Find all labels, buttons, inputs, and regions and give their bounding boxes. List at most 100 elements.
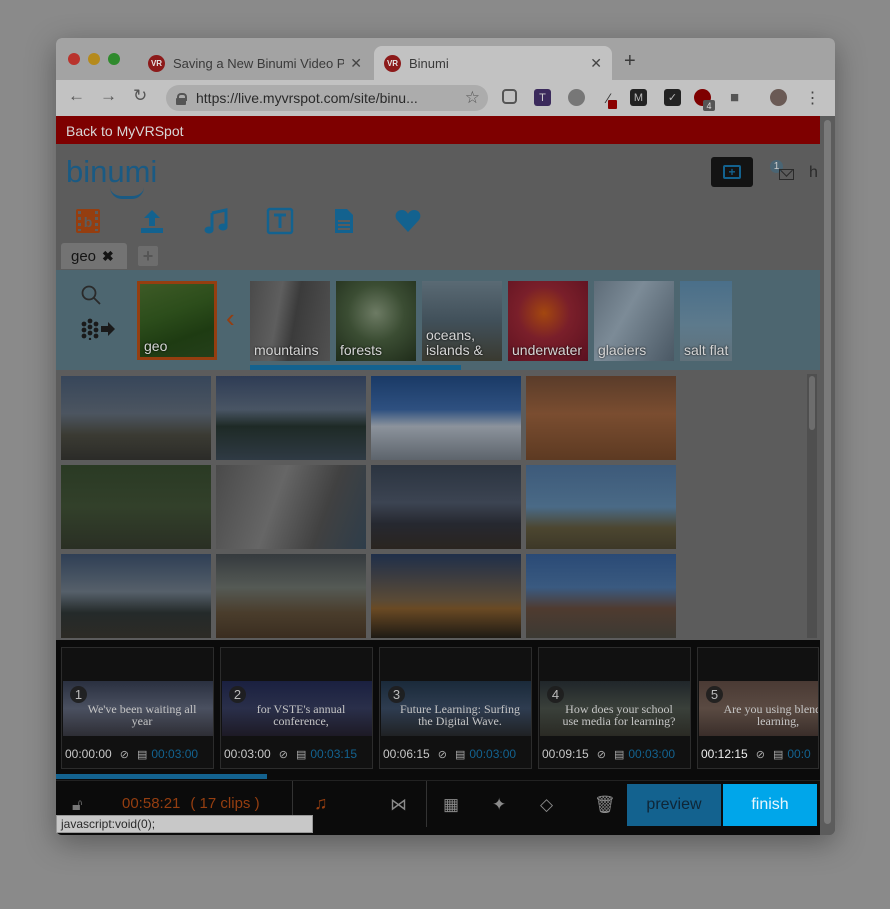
forward-arrow-icon[interactable]: → [100, 86, 117, 106]
tt-extension-icon[interactable]: T [534, 89, 551, 106]
extension-badge: 4 [703, 100, 715, 111]
clip-duration[interactable]: 00:03:00 [628, 747, 675, 761]
clip-duration[interactable]: 00:03:00 [469, 747, 516, 761]
close-tab-icon[interactable]: ✕ [590, 55, 602, 72]
logo-smile-icon [110, 187, 144, 199]
clip-meta: 00:06:15 ⊘ ▤ 00:03:00 [382, 746, 532, 762]
preview-button[interactable]: preview [627, 784, 721, 826]
film-strip-icon[interactable]: ▤ [773, 748, 783, 761]
timeline-clip[interactable]: 5 Are you using blended learning, 00:12:… [697, 647, 819, 769]
mute-icon[interactable]: ⊘ [120, 748, 129, 761]
minimize-window-button[interactable] [88, 53, 100, 65]
film-strip-icon[interactable]: ▤ [614, 748, 624, 761]
reload-icon[interactable]: ↻ [133, 86, 147, 106]
unlock-icon[interactable]: 🔓︎ [72, 797, 82, 815]
page-scrollbar-thumb[interactable] [824, 120, 831, 824]
close-tab-icon[interactable]: ✕ [350, 55, 362, 72]
timeline-clip[interactable]: 3 Future Learning: Surfing the Digital W… [379, 647, 532, 769]
transition-icon[interactable]: ⋈ [390, 795, 407, 815]
mute-icon[interactable]: ⊘ [756, 748, 765, 761]
close-tab-icon[interactable]: ✖ [102, 248, 114, 265]
address-bar[interactable]: https://live.myvrspot.com/site/binu... ☆ [166, 85, 488, 111]
text-button[interactable] [266, 206, 330, 236]
video-library-button[interactable]: b [74, 206, 138, 236]
heart-icon [395, 210, 421, 232]
tab-geo[interactable]: geo ✖ [61, 243, 127, 269]
circle-extension-icon[interactable] [568, 89, 585, 106]
clip-duration[interactable]: 00:03:15 [310, 747, 357, 761]
back-to-myvrspot-link[interactable]: Back to MyVRSpot [56, 116, 820, 144]
category-glaciers[interactable]: glaciers [594, 281, 674, 361]
new-tab-button[interactable]: + [624, 50, 636, 73]
category-underwater[interactable]: underwater [508, 281, 588, 361]
grid-image[interactable] [216, 465, 366, 549]
music-note-icon[interactable]: ♫ [314, 793, 328, 814]
menu-dots-icon[interactable]: ⋮ [804, 89, 821, 107]
profile-avatar[interactable] [770, 89, 787, 106]
grid-image[interactable] [61, 465, 211, 549]
category-salt-flat[interactable]: salt flat [680, 281, 732, 361]
grid-scrollbar-thumb[interactable] [809, 376, 815, 430]
film-icon: b [76, 209, 100, 233]
grid-image[interactable] [526, 465, 676, 549]
clip-duration[interactable]: 00:0 [787, 747, 810, 761]
eraser-icon[interactable]: ◇ [540, 795, 553, 815]
maximize-window-button[interactable] [108, 53, 120, 65]
add-all-icon[interactable] [80, 318, 116, 340]
mail-icon[interactable] [779, 169, 794, 180]
mute-icon[interactable]: ⊘ [438, 748, 447, 761]
magic-wand-icon[interactable]: ✦ [492, 795, 506, 815]
close-window-button[interactable] [68, 53, 80, 65]
bookmark-star-icon[interactable]: ☆ [465, 88, 480, 108]
grid-image[interactable] [61, 554, 211, 638]
video-camera-icon[interactable]: ■ [726, 89, 743, 106]
music-button[interactable] [202, 206, 266, 236]
film-strip-icon[interactable]: ▤ [455, 748, 465, 761]
tab-binumi[interactable]: VR Binumi ✕ [374, 46, 612, 80]
page-scrollbar[interactable] [820, 116, 835, 835]
timeline-clip[interactable]: 2 for VSTE's annual conference, 00:03:00… [220, 647, 373, 769]
grid-image[interactable] [371, 465, 521, 549]
mute-icon[interactable]: ⊘ [597, 748, 606, 761]
clip-number: 2 [229, 686, 246, 703]
category-geo-thumbnail[interactable]: geo [137, 281, 217, 360]
grid-image[interactable] [61, 376, 211, 460]
messages-area[interactable]: 1 h [770, 160, 820, 184]
grid-image[interactable] [371, 554, 521, 638]
category-forests[interactable]: forests [336, 281, 416, 361]
category-mountains[interactable]: mountains [250, 281, 330, 361]
add-tab-button[interactable]: + [138, 246, 158, 266]
timeline-clip[interactable]: 1 We've been waiting all year 00:00:00 ⊘… [61, 647, 214, 769]
check-extension-icon[interactable]: ✓ [664, 89, 681, 106]
category-scroll-indicator [250, 365, 461, 370]
grid-image[interactable] [216, 376, 366, 460]
tab-saving-video[interactable]: VR Saving a New Binumi Video Pro ✕ [138, 46, 372, 80]
trash-icon[interactable]: 🗑︎ [594, 795, 616, 815]
grid-image[interactable] [526, 554, 676, 638]
pocket-icon[interactable] [502, 89, 517, 104]
grid-image[interactable] [216, 554, 366, 638]
back-arrow-icon[interactable]: ← [68, 86, 85, 106]
clip-duration[interactable]: 00:03:00 [151, 747, 198, 761]
upload-button[interactable] [138, 206, 202, 236]
grid-scrollbar[interactable] [807, 374, 817, 638]
film-strip-icon[interactable]: ▤ [137, 748, 147, 761]
favorites-button[interactable] [394, 206, 458, 236]
search-icon[interactable] [80, 284, 102, 306]
chevron-left-icon[interactable]: ‹ [226, 303, 235, 334]
finish-button[interactable]: finish [723, 784, 817, 826]
capture-button[interactable]: + [711, 157, 753, 187]
text-icon [266, 207, 294, 235]
clip-start-time: 00:03:00 [224, 747, 271, 761]
grid-image[interactable] [526, 376, 676, 460]
timeline-clip[interactable]: 4 How does your school use media for lea… [538, 647, 691, 769]
mute-icon[interactable]: ⊘ [279, 748, 288, 761]
document-button[interactable] [330, 206, 394, 236]
clip-count: ( 17 clips ) [190, 795, 260, 812]
m-extension-icon[interactable]: M [630, 89, 647, 106]
grid-image[interactable] [371, 376, 521, 460]
film-strip-icon[interactable]: ▤ [296, 748, 306, 761]
user-name-initial[interactable]: h [809, 164, 818, 182]
clips-stack-icon[interactable]: ▦ [443, 795, 459, 815]
category-oceans[interactable]: oceans, islands & [422, 281, 502, 361]
